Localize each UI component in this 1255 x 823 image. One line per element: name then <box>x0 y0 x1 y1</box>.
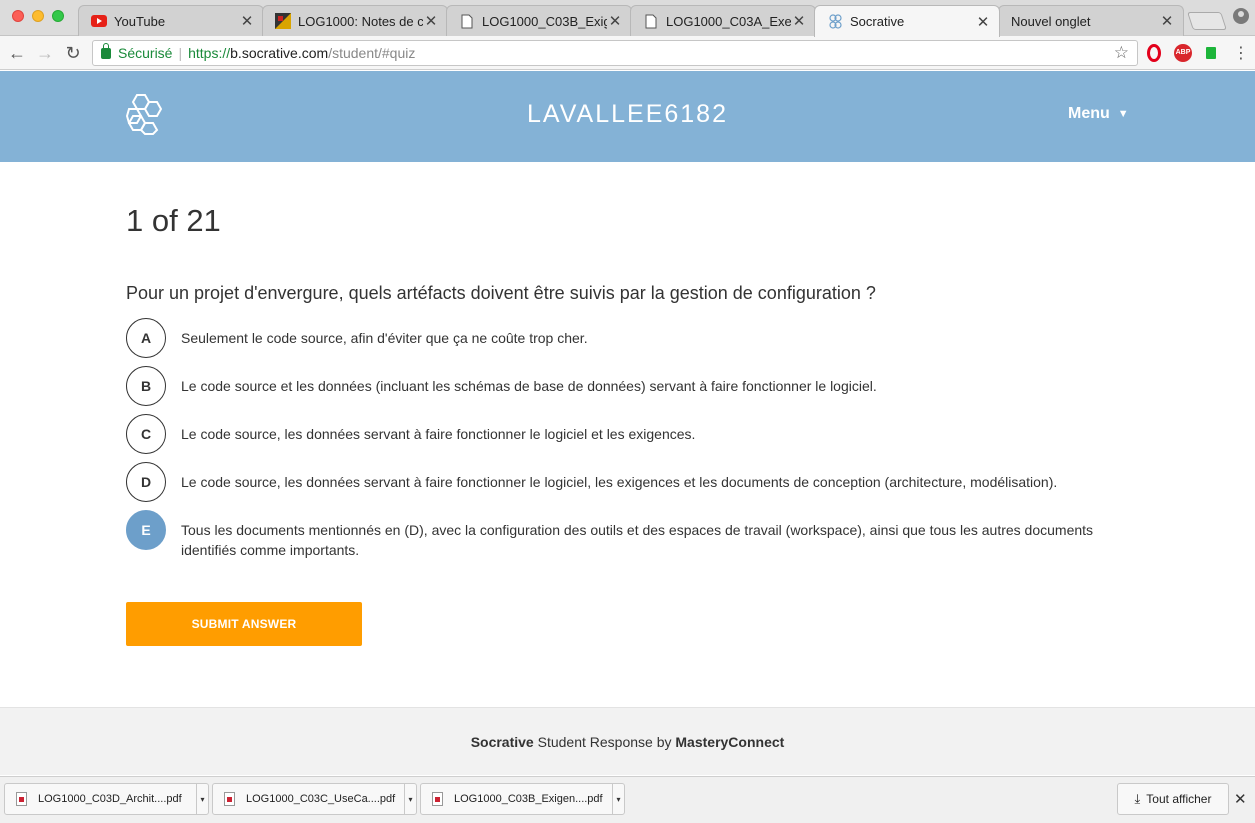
browser-tab-youtube[interactable]: YouTube ✕ <box>78 5 264 36</box>
youtube-icon <box>91 13 107 29</box>
answer-text: Seulement le code source, afin d'éviter … <box>181 330 588 346</box>
show-all-label: Tout afficher <box>1146 792 1212 806</box>
adblock-extension-icon[interactable]: ABP <box>1174 44 1192 62</box>
download-filename: LOG1000_C03C_UseCa....pdf <box>246 793 396 805</box>
tab-title: LOG1000_C03A_Exerci <box>666 13 791 29</box>
menu-label: Menu <box>1068 105 1110 122</box>
download-filename: LOG1000_C03B_Exigen....pdf <box>454 793 603 805</box>
download-options-icon[interactable]: ▾ <box>196 784 208 814</box>
browser-tab-notes[interactable]: LOG1000: Notes de co ✕ <box>262 5 448 36</box>
notes-icon <box>275 13 291 29</box>
answer-bubble[interactable]: B <box>126 366 166 406</box>
answer-option-b[interactable]: B Le code source et les données (incluan… <box>126 366 1101 406</box>
download-filename: LOG1000_C03D_Archit....pdf <box>38 793 182 805</box>
answer-text: Le code source et les données (incluant … <box>181 378 877 394</box>
submit-answer-button[interactable]: SUBMIT ANSWER <box>126 602 362 646</box>
browser-menu-icon[interactable]: ⋮ <box>1233 43 1249 63</box>
footer-company: MasteryConnect <box>675 734 785 750</box>
url-scheme: https:// <box>188 45 231 61</box>
show-all-downloads-button[interactable]: ⤓ Tout afficher <box>1117 783 1229 815</box>
tab-title: YouTube <box>114 13 166 29</box>
question-progress: 1 of 21 <box>126 203 221 238</box>
browser-tab-strip: YouTube ✕ LOG1000: Notes de co ✕ LOG1000… <box>0 0 1255 37</box>
download-options-icon[interactable]: ▾ <box>404 784 416 814</box>
tab-close-icon[interactable]: ✕ <box>607 12 623 30</box>
back-arrow-icon[interactable]: ← <box>6 42 28 64</box>
tab-close-icon[interactable]: ✕ <box>423 12 439 30</box>
address-bar[interactable]: Sécurisé | https:// b.socrative.com /stu… <box>92 40 1138 66</box>
opera-extension-icon[interactable] <box>1147 44 1161 62</box>
window-maximize-button[interactable] <box>52 10 64 22</box>
footer-brand: Socrative <box>470 734 534 750</box>
browser-tab-c03a[interactable]: LOG1000_C03A_Exerci ✕ <box>630 5 816 36</box>
question-text: Pour un projet d'envergure, quels artéfa… <box>126 283 876 303</box>
answer-option-c[interactable]: C Le code source, les données servant à … <box>126 414 1101 454</box>
bookmark-star-icon[interactable]: ☆ <box>1114 43 1129 63</box>
tab-title: LOG1000: Notes de co <box>298 13 423 29</box>
address-separator: | <box>178 45 183 61</box>
pdf-file-icon <box>432 792 443 806</box>
answer-bubble[interactable]: D <box>126 462 166 502</box>
answer-bubble-selected[interactable]: E <box>126 510 166 550</box>
chevron-down-icon: ▼ <box>1117 108 1129 120</box>
url-path: /student/#quiz <box>328 45 416 61</box>
download-shelf: LOG1000_C03D_Archit....pdf ▾ LOG1000_C03… <box>0 776 1255 823</box>
window-minimize-button[interactable] <box>32 10 44 22</box>
reload-icon[interactable]: ↻ <box>62 42 84 64</box>
page-footer: Socrative Student Response by MasteryCon… <box>0 707 1255 775</box>
answer-option-e[interactable]: E Tous les documents mentionnés en (D), … <box>126 510 1101 560</box>
url-host: b.socrative.com <box>230 45 329 61</box>
green-extension-icon[interactable] <box>1206 47 1216 59</box>
tab-close-icon[interactable]: ✕ <box>791 12 807 30</box>
download-item[interactable]: LOG1000_C03B_Exigen....pdf ▾ <box>420 783 625 815</box>
download-options-icon[interactable]: ▾ <box>612 784 624 814</box>
browser-tab-c03b[interactable]: LOG1000_C03B_Exigen ✕ <box>446 5 632 36</box>
footer-middle-text: Student Response by <box>533 734 676 750</box>
download-icon: ⤓ <box>1134 791 1141 806</box>
download-item[interactable]: LOG1000_C03C_UseCa....pdf ▾ <box>212 783 417 815</box>
close-icon[interactable]: ✕ <box>1234 790 1247 808</box>
document-icon <box>459 13 475 29</box>
tab-close-icon[interactable]: ✕ <box>975 13 991 31</box>
socrative-icon <box>827 14 843 30</box>
browser-tab-new[interactable]: Nouvel onglet ✕ <box>998 5 1184 36</box>
tab-title: Nouvel onglet <box>1011 13 1091 29</box>
pdf-file-icon <box>16 792 27 806</box>
tab-title: Socrative <box>850 14 905 29</box>
app-header: LAVALLEE6182 Menu ▼ <box>0 71 1255 162</box>
pdf-file-icon <box>224 792 235 806</box>
answer-option-a[interactable]: A Seulement le code source, afin d'évite… <box>126 318 1101 358</box>
tab-title: LOG1000_C03B_Exigen <box>482 13 607 29</box>
download-item[interactable]: LOG1000_C03D_Archit....pdf ▾ <box>4 783 209 815</box>
room-name: LAVALLEE6182 <box>527 100 728 128</box>
answer-text: Tous les documents mentionnés en (D), av… <box>181 522 1094 558</box>
answer-text: Le code source, les données servant à fa… <box>181 474 1058 490</box>
lock-icon <box>101 42 111 59</box>
menu-button[interactable]: Menu ▼ <box>1068 105 1129 123</box>
new-tab-button[interactable] <box>1187 12 1227 30</box>
browser-tab-socrative[interactable]: Socrative ✕ <box>814 5 1000 37</box>
answer-text: Le code source, les données servant à fa… <box>181 426 696 442</box>
profile-icon[interactable] <box>1233 8 1249 24</box>
answer-bubble[interactable]: C <box>126 414 166 454</box>
answer-option-d[interactable]: D Le code source, les données servant à … <box>126 462 1101 502</box>
document-icon <box>643 13 659 29</box>
answer-bubble[interactable]: A <box>126 318 166 358</box>
window-close-button[interactable] <box>12 10 24 22</box>
tab-close-icon[interactable]: ✕ <box>1159 12 1175 30</box>
secure-label: Sécurisé <box>118 45 173 61</box>
tab-close-icon[interactable]: ✕ <box>239 12 255 30</box>
browser-toolbar: ← → ↻ Sécurisé | https:// b.socrative.co… <box>0 36 1255 70</box>
forward-arrow-icon[interactable]: → <box>34 42 56 64</box>
